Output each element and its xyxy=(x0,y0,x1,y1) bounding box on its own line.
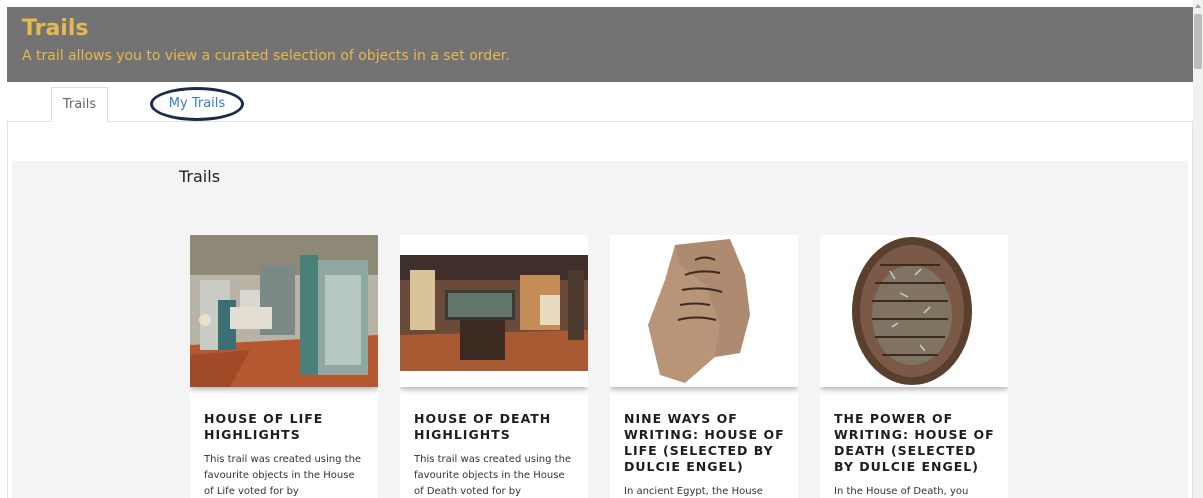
card-image[interactable] xyxy=(190,235,378,387)
scarab-photo-icon xyxy=(820,235,1008,387)
card-title[interactable]: HOUSE OF LIFE HIGHLIGHTS xyxy=(204,411,369,443)
ostracon-photo-icon xyxy=(610,235,798,387)
trail-card[interactable]: NINE WAYS OF WRITING: HOUSE OF LIFE (SEL… xyxy=(610,235,798,498)
trail-card[interactable]: HOUSE OF DEATH HIGHLIGHTS This trail was… xyxy=(400,235,588,498)
card-description: This trail was created using the favouri… xyxy=(414,454,572,497)
trail-card[interactable]: THE POWER OF WRITING: HOUSE OF DEATH (SE… xyxy=(820,235,1008,498)
trails-section xyxy=(12,161,1188,498)
card-title[interactable]: HOUSE OF DEATH HIGHLIGHTS xyxy=(414,411,579,443)
card-image[interactable] xyxy=(400,235,588,387)
card-title[interactable]: NINE WAYS OF WRITING: HOUSE OF LIFE (SEL… xyxy=(624,411,789,475)
section-title: Trails xyxy=(179,167,221,186)
page-subtitle: A trail allows you to view a curated sel… xyxy=(22,48,510,64)
card-description: In the House of Death, you xyxy=(834,486,969,497)
page-title: Trails xyxy=(22,16,89,41)
gallery-photo-icon xyxy=(400,235,588,387)
page-header: Trails A trail allows you to view a cura… xyxy=(7,7,1193,82)
trail-card[interactable]: HOUSE OF LIFE HIGHLIGHTS This trail was … xyxy=(190,235,378,498)
tab-trails[interactable]: Trails xyxy=(51,87,108,122)
card-title[interactable]: THE POWER OF WRITING: HOUSE OF DEATH (SE… xyxy=(834,411,999,475)
card-description: This trail was created using the favouri… xyxy=(204,454,362,497)
top-strip xyxy=(0,0,1203,7)
tab-my-trails[interactable]: My Trails xyxy=(151,87,243,121)
scroll-thumb[interactable] xyxy=(1194,14,1202,69)
tab-bar: Trails My Trails xyxy=(7,82,1193,122)
gallery-photo-icon xyxy=(190,235,378,387)
card-description: In ancient Egypt, the House xyxy=(624,486,763,497)
vertical-scrollbar[interactable] xyxy=(1193,0,1203,498)
card-image[interactable] xyxy=(610,235,798,387)
scroll-up-arrow-icon[interactable] xyxy=(1195,4,1201,8)
card-image[interactable] xyxy=(820,235,1008,387)
